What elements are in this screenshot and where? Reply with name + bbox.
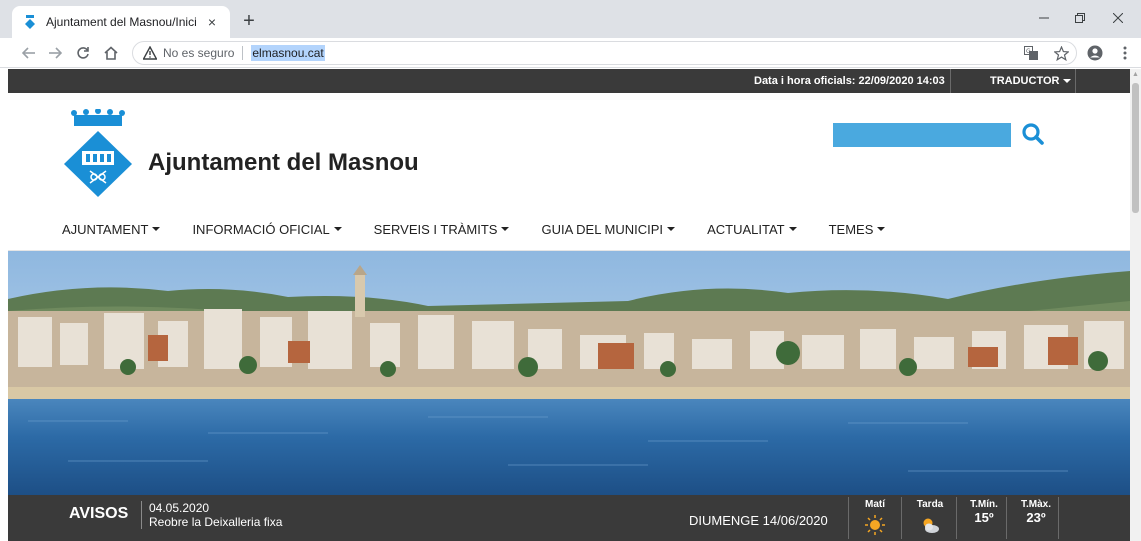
browser-tabstrip: Ajuntament del Masnou/Inici × + bbox=[0, 0, 1141, 38]
nav-item-label: SERVEIS I TRÀMITS bbox=[373, 221, 498, 237]
nav-item-guia-del-municipi[interactable]: GUIA DEL MUNICIPI bbox=[541, 219, 676, 239]
max-temp-value: 23º bbox=[1026, 510, 1046, 525]
weather-morning-label: Matí bbox=[865, 499, 885, 510]
sun-cloud-icon bbox=[923, 518, 939, 533]
weather-separator bbox=[901, 497, 902, 539]
site-favicon-icon bbox=[22, 14, 38, 30]
browser-toolbar: No es seguro elmasnou.cat G bbox=[0, 38, 1141, 68]
caret-down-icon bbox=[152, 227, 161, 231]
max-temp-label: T.Màx. bbox=[1020, 499, 1051, 510]
weather-separator bbox=[1006, 497, 1007, 539]
weather-afternoon-label: Tarda bbox=[916, 499, 944, 510]
browser-menu-icon[interactable] bbox=[1114, 42, 1136, 64]
min-temp-value: 15º bbox=[974, 510, 994, 525]
bookmark-star-icon[interactable] bbox=[1050, 42, 1072, 64]
caret-down-icon bbox=[501, 227, 510, 231]
top-info-bar: Data i hora oficials: 22/09/2020 14:03 T… bbox=[8, 69, 1130, 93]
weather-separator bbox=[956, 497, 957, 539]
nav-item-label: AJUNTAMENT bbox=[62, 221, 149, 237]
nav-item-informacio-oficial[interactable]: INFORMACIÓ OFICIAL bbox=[192, 219, 342, 239]
site-search-input[interactable] bbox=[833, 123, 1011, 147]
weather-separator bbox=[1058, 497, 1059, 539]
nav-item-label: TEMES bbox=[828, 221, 874, 237]
notices-weather-bar: AVISOS 04.05.2020 Reobre la Deixalleria … bbox=[8, 495, 1130, 541]
warning-icon[interactable] bbox=[142, 45, 158, 60]
new-tab-button[interactable]: + bbox=[238, 11, 260, 31]
municipal-shield-logo[interactable] bbox=[60, 109, 136, 201]
omnibox-separator bbox=[242, 46, 244, 60]
page-scrollbar[interactable]: ▲ bbox=[1130, 69, 1141, 541]
translator-label: TRADUCTOR bbox=[990, 75, 1060, 87]
nav-item-temes[interactable]: TEMES bbox=[829, 219, 886, 239]
home-icon[interactable] bbox=[100, 42, 122, 64]
nav-item-serveis-i-tramits[interactable]: SERVEIS I TRÀMITS bbox=[374, 219, 510, 239]
nav-item-label: ACTUALITAT bbox=[707, 221, 785, 237]
tab-title: Ajuntament del Masnou/Inici bbox=[46, 15, 197, 29]
browser-tab-active[interactable]: Ajuntament del Masnou/Inici × bbox=[12, 6, 230, 38]
notice-date[interactable]: 04.05.2020 bbox=[149, 501, 209, 515]
reload-icon[interactable] bbox=[72, 42, 94, 64]
caret-down-icon bbox=[1063, 79, 1072, 84]
profile-avatar-icon[interactable] bbox=[1084, 42, 1106, 64]
notices-title: AVISOS bbox=[69, 505, 129, 522]
svg-text:G: G bbox=[1026, 48, 1031, 55]
nav-item-label: GUIA DEL MUNICIPI bbox=[541, 221, 664, 237]
translator-dropdown[interactable]: TRADUCTOR bbox=[990, 69, 1072, 93]
page-viewport: Data i hora oficials: 22/09/2020 14:03 T… bbox=[8, 69, 1130, 541]
translate-icon[interactable]: G bbox=[1020, 42, 1042, 64]
topbar-separator bbox=[1075, 69, 1076, 93]
close-window-icon[interactable] bbox=[1101, 6, 1135, 30]
restore-window-icon[interactable] bbox=[1063, 6, 1097, 30]
main-navigation: AJUNTAMENT INFORMACIÓ OFICIAL SERVEIS I … bbox=[62, 219, 886, 239]
site-title[interactable]: Ajuntament del Masnou bbox=[148, 149, 419, 177]
official-datetime: Data i hora oficials: 22/09/2020 14:03 bbox=[754, 75, 945, 87]
scrollbar-thumb[interactable] bbox=[1132, 83, 1139, 213]
weather-date: DIUMENGE 14/06/2020 bbox=[689, 513, 828, 528]
caret-down-icon bbox=[788, 227, 797, 231]
nav-item-actualitat[interactable]: ACTUALITAT bbox=[707, 219, 797, 239]
not-secure-label[interactable]: No es seguro bbox=[163, 46, 234, 60]
hero-panorama-image bbox=[8, 251, 1130, 495]
notices-separator bbox=[141, 501, 142, 529]
minimize-window-icon[interactable] bbox=[1027, 6, 1061, 30]
weather-separator bbox=[848, 497, 849, 539]
scroll-up-arrow-icon[interactable]: ▲ bbox=[1132, 71, 1139, 79]
search-icon[interactable] bbox=[1020, 121, 1046, 147]
sun-icon bbox=[865, 515, 885, 535]
address-bar[interactable]: No es seguro elmasnou.cat bbox=[132, 41, 1077, 65]
notice-text-link[interactable]: Reobre la Deixalleria fixa bbox=[149, 515, 282, 529]
caret-down-icon bbox=[667, 227, 676, 231]
caret-down-icon bbox=[877, 227, 886, 231]
topbar-separator bbox=[950, 69, 951, 93]
min-temp-label: T.Mín. bbox=[970, 499, 998, 510]
tab-close-icon[interactable]: × bbox=[204, 14, 220, 30]
back-arrow-icon[interactable] bbox=[18, 42, 40, 64]
caret-down-icon bbox=[333, 227, 342, 231]
nav-item-label: INFORMACIÓ OFICIAL bbox=[192, 221, 330, 237]
nav-item-ajuntament[interactable]: AJUNTAMENT bbox=[62, 219, 161, 239]
url-text[interactable]: elmasnou.cat bbox=[251, 45, 325, 61]
forward-arrow-icon[interactable] bbox=[44, 42, 66, 64]
